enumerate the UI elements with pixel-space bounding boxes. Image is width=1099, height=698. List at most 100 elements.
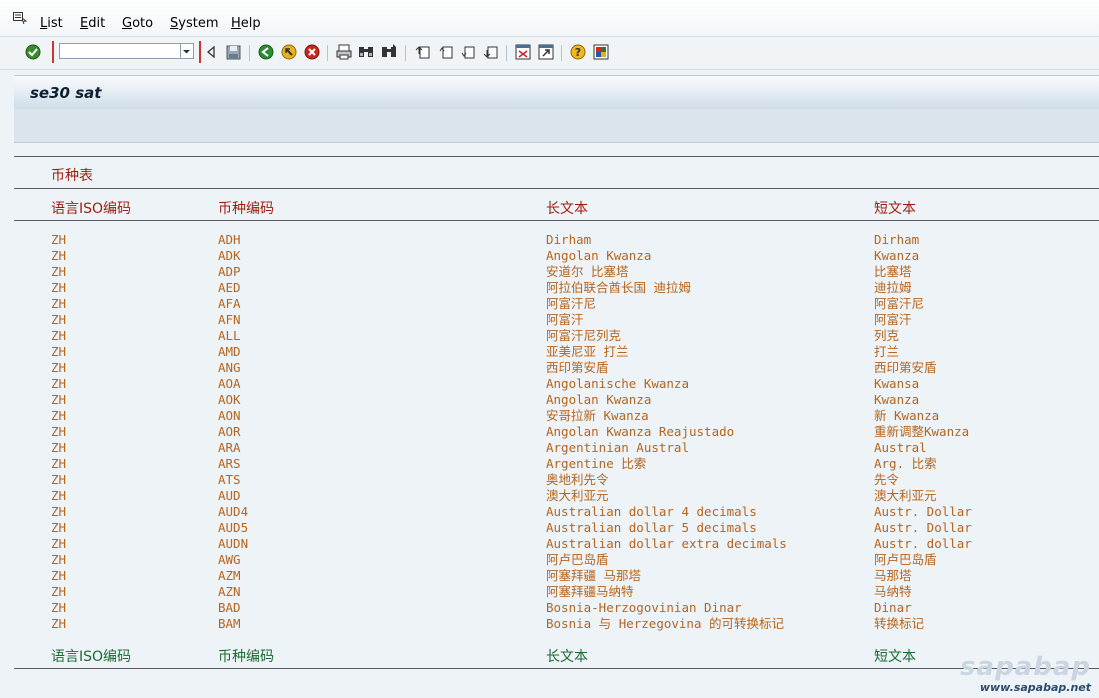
- cell-language: ZH: [51, 552, 67, 567]
- cell-long-text: Argentinian Austral: [546, 440, 689, 455]
- menu-system[interactable]: System: [170, 16, 219, 31]
- next-page-icon[interactable]: [459, 43, 477, 61]
- cell-long-text: Bosnia 与 Herzegovina 的可转换标记: [546, 616, 785, 631]
- cell-currency-code: ADK: [218, 248, 241, 263]
- cell-language: ZH: [51, 504, 67, 519]
- cell-currency-code: AUD4: [218, 504, 249, 519]
- menu-edit[interactable]: Edit: [80, 16, 105, 31]
- command-field[interactable]: [59, 43, 181, 59]
- layout-icon[interactable]: [592, 43, 610, 61]
- table-row[interactable]: ZH ANG 西印第安盾 西印第安盾: [14, 360, 1099, 376]
- cell-short-text: 马那塔: [874, 568, 912, 583]
- back-arrow-icon[interactable]: [202, 43, 220, 61]
- table-row[interactable]: ZH AOK Angolan Kwanza Kwanza: [14, 392, 1099, 408]
- table-row[interactable]: ZH BAD Bosnia-Herzogovinian Dinar Dinar: [14, 600, 1099, 616]
- cell-short-text: Dirham: [874, 232, 920, 247]
- table-row[interactable]: ZH AFA 阿富汗尼 阿富汗尼: [14, 296, 1099, 312]
- table-row[interactable]: ZH AOR Angolan Kwanza Reajustado 重新调整Kwanza: [14, 424, 1099, 440]
- first-page-icon[interactable]: [414, 43, 432, 61]
- list-output: 币种表 语言ISO编码 币种编码 长文本 短文本 ZH ADH Dirham Dirh…: [14, 156, 1099, 670]
- table-row[interactable]: ZH AWG 阿卢巴岛盾 阿卢巴岛盾: [14, 552, 1099, 568]
- cell-currency-code: AED: [218, 280, 241, 295]
- cell-long-text: 阿拉伯联合酋长国 迪拉姆: [546, 280, 692, 295]
- cell-language: ZH: [51, 488, 67, 503]
- cell-short-text: Dinar: [874, 600, 912, 615]
- cell-currency-code: ATS: [218, 472, 241, 487]
- find-next-icon[interactable]: [380, 43, 398, 61]
- table-row[interactable]: ZH ARA Argentinian Austral Austral: [14, 440, 1099, 456]
- back-icon[interactable]: [257, 43, 275, 61]
- column-header-short-text: 短文本: [874, 201, 916, 217]
- print-icon[interactable]: [335, 43, 353, 61]
- watermark: sapabap www.sapabap.net: [960, 653, 1091, 694]
- cell-language: ZH: [51, 360, 67, 375]
- table-row[interactable]: ZH ARS Argentine 比索 Arg. 比索: [14, 456, 1099, 472]
- cell-language: ZH: [51, 328, 67, 343]
- cell-long-text: 奥地利先令: [546, 472, 609, 487]
- cell-short-text: 列克: [874, 328, 900, 343]
- table-row[interactable]: ZH AFN 阿富汗 阿富汗: [14, 312, 1099, 328]
- create-session-icon[interactable]: [514, 43, 532, 61]
- table-row[interactable]: ZH ADP 安道尔 比塞塔 比塞塔: [14, 264, 1099, 280]
- help-icon[interactable]: ?: [569, 43, 587, 61]
- cell-long-text: 阿富汗: [546, 312, 584, 327]
- list-heading: 币种表: [51, 168, 93, 184]
- footer-column-short-text: 短文本: [874, 649, 916, 665]
- cell-short-text: 新 Kwanza: [874, 408, 940, 423]
- cell-short-text: Austr. dollar: [874, 536, 972, 551]
- cell-language: ZH: [51, 536, 67, 551]
- cell-long-text: 亚美尼亚 打兰: [546, 344, 629, 359]
- menu-goto[interactable]: Goto: [122, 16, 153, 31]
- table-row[interactable]: ZH AUD 澳大利亚元 澳大利亚元: [14, 488, 1099, 504]
- cell-short-text: Austral: [874, 440, 927, 455]
- cell-long-text: 安哥拉新 Kwanza: [546, 408, 649, 423]
- cell-language: ZH: [51, 408, 67, 423]
- menu-icon[interactable]: [13, 12, 27, 24]
- command-dropdown[interactable]: [181, 43, 194, 59]
- cell-language: ZH: [51, 280, 67, 295]
- table-row[interactable]: ZH AUD4 Australian dollar 4 decimals Austr.…: [14, 504, 1099, 520]
- cell-short-text: 阿卢巴岛盾: [874, 552, 937, 567]
- table-row[interactable]: ZH AED 阿拉伯联合酋长国 迪拉姆 迪拉姆: [14, 280, 1099, 296]
- table-row[interactable]: ZH AMD 亚美尼亚 打兰 打兰: [14, 344, 1099, 360]
- last-page-icon[interactable]: [482, 43, 500, 61]
- cell-long-text: 阿塞拜疆 马那塔: [546, 568, 642, 583]
- table-row[interactable]: ZH AOA Angolanische Kwanza Kwansa: [14, 376, 1099, 392]
- column-header-long-text: 长文本: [546, 201, 588, 217]
- cell-short-text: Austr. Dollar: [874, 504, 972, 519]
- cell-short-text: 阿富汗: [874, 312, 912, 327]
- table-row[interactable]: ZH AUD5 Australian dollar 5 decimals Austr.…: [14, 520, 1099, 536]
- cell-language: ZH: [51, 344, 67, 359]
- find-icon[interactable]: [357, 43, 375, 61]
- cell-language: ZH: [51, 248, 67, 263]
- cell-long-text: 西印第安盾: [546, 360, 609, 375]
- table-row[interactable]: ZH ATS 奥地利先令 先令: [14, 472, 1099, 488]
- cell-currency-code: AMD: [218, 344, 241, 359]
- table-row[interactable]: ZH ALL 阿富汗尼列克 列克: [14, 328, 1099, 344]
- cancel-icon[interactable]: [303, 43, 321, 61]
- cell-language: ZH: [51, 520, 67, 535]
- table-row[interactable]: ZH ADH Dirham Dirham: [14, 232, 1099, 248]
- exit-icon[interactable]: [280, 43, 298, 61]
- watermark-brand: sapabap: [960, 652, 1091, 682]
- table-row[interactable]: ZH AON 安哥拉新 Kwanza 新 Kwanza: [14, 408, 1099, 424]
- cell-long-text: Australian dollar 4 decimals: [546, 504, 757, 519]
- cell-long-text: Angolanische Kwanza: [546, 376, 689, 391]
- previous-page-icon[interactable]: [437, 43, 455, 61]
- cell-currency-code: AUDN: [218, 536, 249, 551]
- table-row[interactable]: ZH ADK Angolan Kwanza Kwanza: [14, 248, 1099, 264]
- table-row[interactable]: ZH BAM Bosnia 与 Herzegovina 的可转换标记 转换标记: [14, 616, 1099, 632]
- title-bar: se30 sat: [14, 75, 1099, 110]
- shortcut-icon[interactable]: [537, 43, 555, 61]
- table-row[interactable]: ZH AZM 阿塞拜疆 马那塔 马那塔: [14, 568, 1099, 584]
- table-row[interactable]: ZH AUDN Australian dollar extra decimals Au…: [14, 536, 1099, 552]
- menu-help[interactable]: Help: [231, 16, 261, 31]
- save-icon[interactable]: [224, 43, 242, 61]
- cell-long-text: 阿卢巴岛盾: [546, 552, 609, 567]
- cell-language: ZH: [51, 376, 67, 391]
- enter-icon[interactable]: [24, 43, 42, 61]
- menu-list[interactable]: List: [40, 16, 63, 31]
- cell-language: ZH: [51, 616, 67, 631]
- cell-short-text: 比塞塔: [874, 264, 912, 279]
- table-row[interactable]: ZH AZN 阿塞拜疆马纳特 马纳特: [14, 584, 1099, 600]
